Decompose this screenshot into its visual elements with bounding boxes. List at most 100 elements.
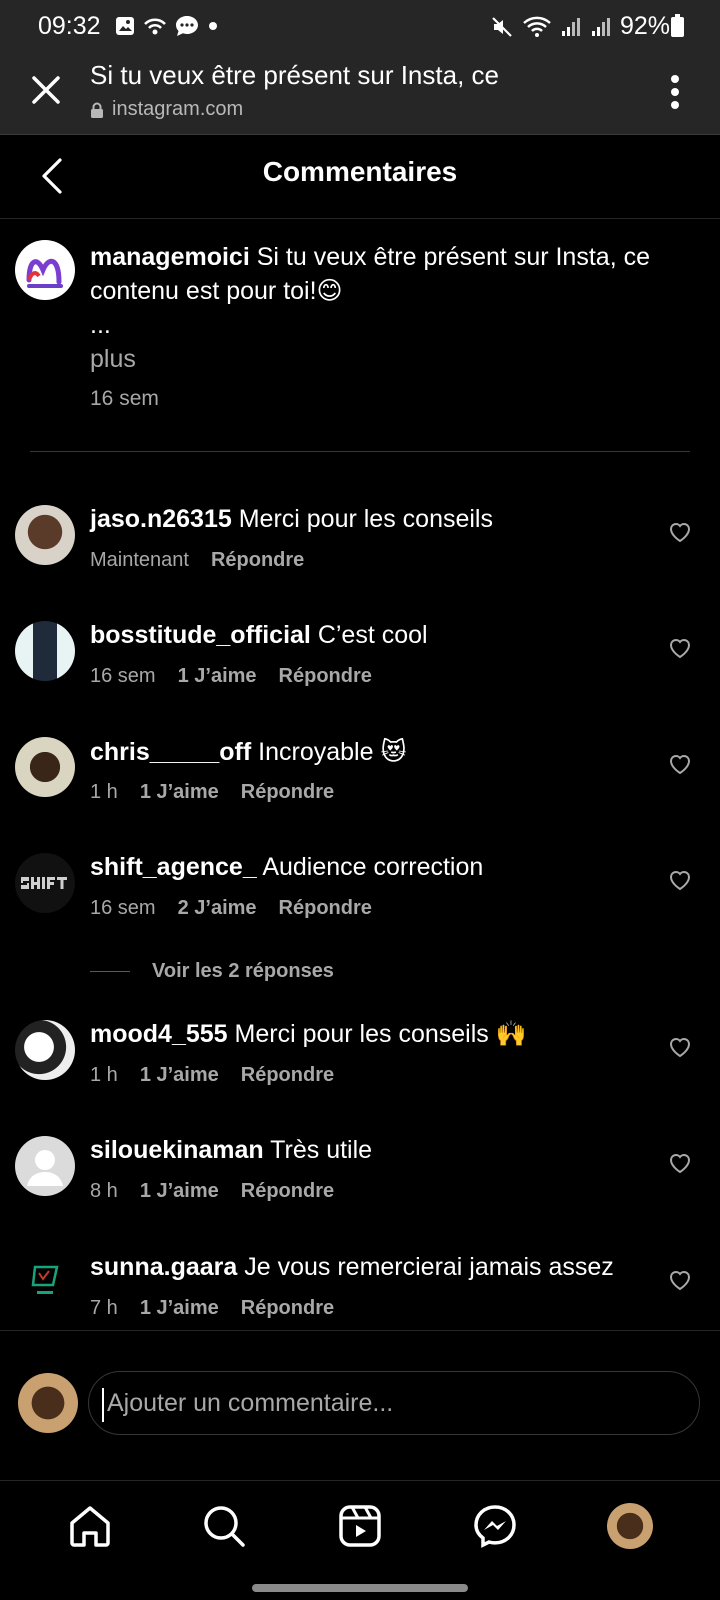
- status-time: 09:32: [38, 12, 101, 40]
- comment-item: jaso.n26315 Merci pour les conseils Main…: [0, 505, 720, 605]
- reply-button[interactable]: Répondre: [279, 897, 372, 920]
- comment-item: bosstitude_official C’est cool 16 sem 1 …: [0, 621, 720, 721]
- reply-button[interactable]: Répondre: [279, 665, 372, 688]
- signal-icon-2: [591, 17, 610, 36]
- message-icon: [176, 16, 198, 36]
- comment-time: 1 h: [90, 1064, 118, 1086]
- heart-icon[interactable]: [668, 637, 692, 659]
- comment-username[interactable]: mood4_555: [90, 1020, 228, 1048]
- heart-icon[interactable]: [668, 753, 692, 775]
- avatar-bosstitude[interactable]: [15, 621, 75, 681]
- caption-more-link[interactable]: plus: [90, 342, 690, 376]
- eco-logo-icon: [31, 1265, 59, 1294]
- comment-username[interactable]: bosstitude_official: [90, 621, 311, 649]
- wifi-call-icon: [144, 18, 166, 35]
- likes-count[interactable]: 1 J’aime: [140, 1297, 219, 1320]
- avatar-sunna[interactable]: [15, 1253, 75, 1313]
- avatar-mood4[interactable]: [15, 1020, 75, 1080]
- comment-item: shift_agence_ Audience correction 16 sem…: [0, 853, 720, 953]
- home-icon[interactable]: [67, 1503, 113, 1549]
- battery-percent: 92%: [619, 12, 670, 40]
- avatar-shift-agence[interactable]: [15, 853, 75, 913]
- managemoici-logo-icon: [26, 258, 63, 288]
- likes-count[interactable]: 2 J’aime: [178, 897, 257, 920]
- comment-time: 16 sem: [90, 665, 156, 687]
- heart-icon[interactable]: [668, 1036, 692, 1058]
- view-replies-text[interactable]: Voir les 2 réponses: [152, 960, 334, 983]
- messenger-icon[interactable]: [472, 1503, 518, 1549]
- comment-text: Très utile: [270, 1136, 373, 1164]
- reply-button[interactable]: Répondre: [241, 781, 334, 804]
- reels-icon[interactable]: [337, 1503, 383, 1549]
- home-indicator: [252, 1584, 468, 1592]
- current-user-avatar: [18, 1373, 78, 1433]
- default-user-icon: [27, 1150, 63, 1186]
- comment-text: Incroyable 😻: [258, 738, 407, 766]
- comment-text: Audience correction: [262, 853, 484, 881]
- comment-username[interactable]: shift_agence_: [90, 853, 257, 881]
- text-cursor: [102, 1388, 104, 1422]
- caption-text-line1: Si tu veux être présent sur Insta, ce: [256, 243, 650, 271]
- caption-divider: [30, 451, 690, 452]
- comment-username[interactable]: sunna.gaara: [90, 1253, 237, 1281]
- likes-count[interactable]: 1 J’aime: [178, 665, 257, 688]
- url-text: instagram.com: [112, 98, 244, 120]
- likes-count[interactable]: 1 J’aime: [140, 781, 219, 804]
- lock-icon: [91, 102, 103, 118]
- comment-username[interactable]: chris_____off: [90, 738, 251, 766]
- reply-button[interactable]: Répondre: [211, 549, 304, 572]
- comment-username[interactable]: jaso.n26315: [90, 505, 232, 533]
- caption-username[interactable]: managemoici: [90, 243, 250, 271]
- heart-icon[interactable]: [668, 521, 692, 543]
- browser-bar: Si tu veux être présent sur Insta, ce in…: [0, 52, 720, 135]
- view-replies-link[interactable]: Voir les 2 réponses: [90, 960, 334, 983]
- comment-text: Merci pour les conseils: [238, 505, 493, 533]
- close-icon[interactable]: [28, 72, 64, 108]
- comment-text: C’est cool: [317, 621, 428, 649]
- heart-icon[interactable]: [668, 869, 692, 891]
- comment-time: 7 h: [90, 1297, 118, 1319]
- search-icon[interactable]: [201, 1503, 247, 1549]
- likes-count[interactable]: 1 J’aime: [140, 1180, 219, 1203]
- shift-logo-icon: [19, 875, 71, 891]
- comment-item: chris_____off Incroyable 😻 1 h 1 J’aime …: [0, 737, 720, 837]
- heart-icon[interactable]: [668, 1152, 692, 1174]
- avatar-default[interactable]: [15, 1136, 75, 1196]
- status-bar: 09:32 92%: [0, 0, 720, 52]
- reply-button[interactable]: Répondre: [241, 1297, 334, 1320]
- wifi-icon: [523, 16, 551, 37]
- comments-header: Commentaires: [0, 134, 720, 219]
- comment-time: Maintenant: [90, 549, 189, 571]
- comment-text: Je vous remercierai jamais assez: [244, 1253, 614, 1281]
- gallery-icon: [116, 17, 134, 35]
- avatar-chris[interactable]: [15, 737, 75, 797]
- more-options-icon[interactable]: [670, 74, 680, 110]
- caption-text-line2: contenu est pour toi!😊: [90, 277, 343, 305]
- caption-time: 16 sem: [90, 387, 159, 410]
- signal-icon: [561, 17, 580, 36]
- comment-time: 16 sem: [90, 897, 156, 919]
- comment-time: 8 h: [90, 1180, 118, 1202]
- comment-item: silouekinaman Très utile 8 h 1 J’aime Ré…: [0, 1136, 720, 1236]
- comment-item: mood4_555 Merci pour les conseils 🙌 1 h …: [0, 1020, 720, 1120]
- battery-icon: [671, 14, 684, 37]
- comment-username[interactable]: silouekinaman: [90, 1136, 264, 1164]
- caption-ellipsis: ...: [90, 311, 111, 339]
- notification-dot-icon: [209, 22, 217, 30]
- profile-avatar[interactable]: [607, 1503, 653, 1549]
- reply-button[interactable]: Répondre: [241, 1180, 334, 1203]
- comment-input[interactable]: [88, 1371, 700, 1435]
- mute-icon: [492, 16, 512, 37]
- avatar-managemoici[interactable]: [15, 240, 75, 300]
- likes-count[interactable]: 1 J’aime: [140, 1064, 219, 1087]
- comment-input-area: [0, 1330, 720, 1481]
- comment-text: Merci pour les conseils 🙌: [234, 1020, 527, 1048]
- page-title: Commentaires: [262, 156, 458, 187]
- bottom-nav: [0, 1480, 720, 1571]
- avatar-jaso[interactable]: [15, 505, 75, 565]
- heart-icon[interactable]: [668, 1269, 692, 1291]
- replies-line: [90, 971, 130, 972]
- comment-time: 1 h: [90, 781, 118, 803]
- browser-page-title: Si tu veux être présent sur Insta, ce: [90, 60, 499, 90]
- reply-button[interactable]: Répondre: [241, 1064, 334, 1087]
